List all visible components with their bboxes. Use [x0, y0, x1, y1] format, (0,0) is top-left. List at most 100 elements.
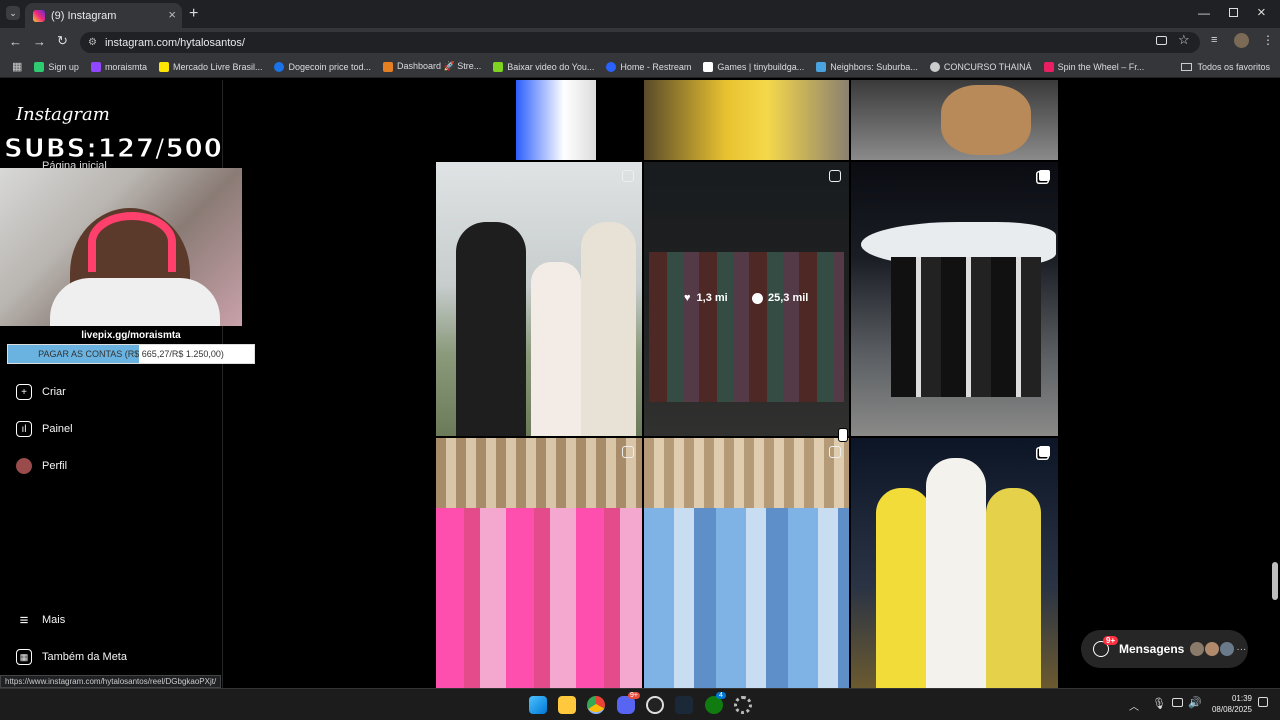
webcam-overlay: [0, 168, 242, 326]
apps-grid-icon[interactable]: ▦: [12, 60, 22, 73]
post-thumbnail[interactable]: [851, 162, 1058, 436]
tab-title: (9) Instagram: [51, 9, 117, 22]
bookmark-item[interactable]: Neighbors: Suburba...: [816, 61, 918, 72]
bookmark-star-icon[interactable]: ☆: [1178, 32, 1190, 48]
bookmarks-bar: ▦ Sign up moraismta Mercado Livre Brasil…: [0, 56, 1280, 78]
bookmark-item[interactable]: Baixar video do You...: [493, 61, 594, 72]
messages-badge: 9+: [1103, 636, 1119, 645]
bookmark-item[interactable]: Sign up: [34, 61, 79, 72]
comment-bubble-icon: [752, 292, 763, 304]
mouse-cursor-icon: [838, 428, 848, 442]
heart-icon: ♥: [684, 292, 691, 304]
hamburger-menu-icon: ≡: [19, 611, 29, 629]
windows-start-icon[interactable]: [529, 696, 547, 714]
settings-gear-icon[interactable]: [734, 696, 752, 714]
post-image-content: [456, 222, 526, 436]
post-thumbnail[interactable]: [436, 162, 642, 436]
obs-icon[interactable]: [646, 696, 664, 714]
forward-icon[interactable]: →: [33, 34, 46, 49]
microphone-icon[interactable]: 🎙: [1152, 697, 1166, 710]
page-scrollbar-thumb[interactable]: [1272, 562, 1278, 600]
post-thumbnail[interactable]: [644, 80, 849, 160]
windows-taskbar: 9+ 4 ︿ 🎙 🔊 01:39 08/08/2025: [0, 688, 1280, 720]
instagram-favicon-icon: [33, 9, 45, 22]
plus-square-icon: +: [16, 384, 32, 400]
network-icon[interactable]: [1172, 698, 1183, 707]
post-image-content: [926, 458, 986, 688]
bookmark-item[interactable]: Home - Restream: [606, 61, 691, 72]
post-image-content: [644, 508, 849, 688]
post-thumbnail[interactable]: [436, 80, 642, 160]
notifications-icon[interactable]: [1258, 697, 1268, 707]
message-avatar: [1190, 642, 1205, 656]
close-tab-icon[interactable]: ×: [168, 7, 176, 22]
post-image-content: [531, 262, 581, 436]
messages-button[interactable]: 9+ Mensagens ···: [1081, 630, 1248, 668]
chevron-up-icon[interactable]: ︿: [1129, 698, 1139, 713]
post-image-content: [986, 488, 1041, 688]
browser-tab-instagram[interactable]: (9) Instagram ×: [25, 3, 182, 28]
bookmark-favicon-icon: [90, 61, 101, 72]
site-info-icon[interactable]: ⚙: [88, 37, 97, 48]
message-avatar: [1220, 642, 1235, 656]
status-url-bubble: https://www.instagram.com/hytalosantos/r…: [0, 675, 222, 688]
url-text: instagram.com/hytalosantos/: [104, 36, 245, 49]
reel-icon: [622, 446, 634, 458]
file-explorer-icon[interactable]: [558, 696, 576, 714]
nav-more[interactable]: ≡ Mais: [16, 611, 66, 629]
new-tab-button[interactable]: +: [189, 5, 198, 23]
reel-icon: [829, 446, 841, 458]
restore-button[interactable]: [1229, 8, 1238, 17]
nav-dashboard[interactable]: ıl Painel: [16, 421, 73, 437]
post-image-content: [876, 488, 931, 688]
menu-icon[interactable]: ⋮: [1262, 33, 1274, 47]
profile-avatar-icon: [16, 458, 32, 474]
nav-profile[interactable]: Perfil: [16, 458, 67, 474]
post-thumbnail[interactable]: [436, 438, 642, 688]
steam-icon[interactable]: [675, 696, 693, 714]
bookmark-item[interactable]: moraismta: [90, 61, 147, 72]
bookmark-item[interactable]: Dogecoin price tod...: [274, 61, 371, 72]
instagram-logo[interactable]: Instagram: [16, 104, 110, 125]
xbox-badge: 4: [716, 692, 726, 699]
nav-create[interactable]: + Criar: [16, 384, 66, 400]
more-dots-icon: ···: [1236, 643, 1247, 655]
close-window-button[interactable]: ×: [1257, 4, 1266, 21]
donation-goal-bar: PAGAR AS CONTAS (R$ 665,27/R$ 1.250,00): [7, 344, 255, 364]
subs-counter: SUBS:127/500: [4, 134, 223, 165]
multiple-posts-icon: [1039, 446, 1050, 457]
post-thumbnail[interactable]: [851, 80, 1058, 160]
install-app-icon[interactable]: [1156, 36, 1167, 45]
media-controls-icon[interactable]: ≡: [1211, 34, 1217, 46]
donation-goal-text: PAGAR AS CONTAS (R$ 665,27/R$ 1.250,00): [38, 349, 224, 359]
reload-icon[interactable]: ↻: [57, 33, 68, 49]
back-icon[interactable]: ←: [9, 34, 22, 49]
shirt-shape: [50, 278, 220, 326]
tab-list-button[interactable]: ⌄: [6, 6, 20, 20]
nav-also-from-meta[interactable]: ▦ Também da Meta: [16, 649, 127, 665]
post-thumbnail[interactable]: [644, 438, 849, 688]
bookmark-favicon-icon: [493, 61, 504, 72]
bookmark-favicon-icon: [34, 61, 45, 72]
bookmark-favicon-icon: [274, 61, 285, 72]
bookmark-item[interactable]: Dashboard 🚀 Stre...: [383, 61, 481, 72]
browser-tab-bar: ⌄ (9) Instagram × + — ×: [0, 0, 1280, 28]
bookmark-favicon-icon: [816, 61, 827, 72]
chrome-icon[interactable]: [587, 696, 605, 714]
post-image-content: [581, 222, 636, 436]
address-bar[interactable]: ⚙ instagram.com/hytalosantos/: [80, 32, 1200, 53]
minimize-button[interactable]: —: [1198, 6, 1210, 20]
post-thumbnail[interactable]: [851, 438, 1058, 688]
bookmark-item[interactable]: Mercado Livre Brasil...: [158, 61, 262, 72]
bookmark-item[interactable]: Spin the Wheel – Fr...: [1043, 61, 1144, 72]
bookmark-item[interactable]: Games | tinybuildga...: [703, 61, 804, 72]
post-thumbnail-hovered[interactable]: ♥ 1,3 mi 25,3 mil: [644, 162, 849, 436]
bookmark-item[interactable]: CONCURSO THAINÁ: [929, 61, 1032, 72]
messages-label: Mensagens: [1119, 642, 1185, 656]
volume-icon[interactable]: 🔊: [1188, 696, 1202, 709]
reel-icon: [622, 170, 634, 182]
profile-avatar[interactable]: [1234, 33, 1249, 48]
all-bookmarks-folder[interactable]: Todos os favoritos: [1181, 62, 1270, 72]
message-avatar: [1205, 642, 1220, 656]
clock[interactable]: 01:39 08/08/2025: [1204, 693, 1252, 715]
